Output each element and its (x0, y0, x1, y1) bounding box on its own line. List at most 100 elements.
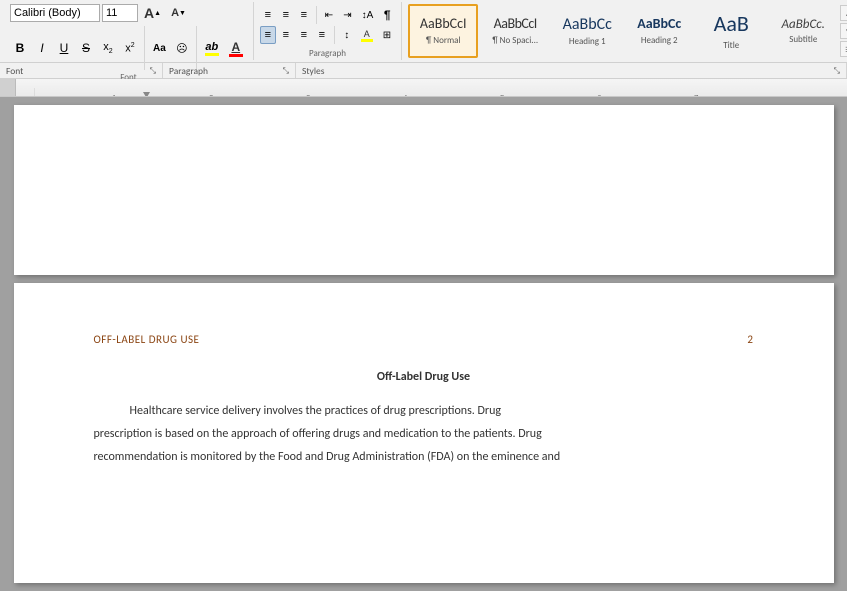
svg-text:2: 2 (209, 94, 214, 98)
bullets-icon: ≡ (265, 9, 271, 21)
body-paragraph: Healthcare service delivery involves the… (94, 400, 754, 468)
font-size-input[interactable] (102, 4, 138, 22)
page-2[interactable]: OFF-LABEL DRUG USE 2 Off-Label Drug Use … (14, 283, 834, 583)
subscript-icon: x2 (103, 41, 112, 55)
underline-button[interactable]: U (54, 38, 74, 58)
clear-format-icon: ☹ (176, 42, 187, 55)
justify-button[interactable]: ≡ (314, 26, 330, 44)
style-heading1[interactable]: AaBbCc Heading 1 (552, 4, 622, 58)
page-header-number: 2 (747, 333, 753, 346)
shading-button[interactable]: A (357, 26, 377, 44)
ruler-tab-marker (143, 92, 150, 98)
font-group-footer: Font ⤡ (0, 63, 163, 78)
styles-scroll-down-button[interactable]: ▾ (840, 23, 847, 39)
font-name-input[interactable] (10, 4, 100, 22)
font-label-text: Font (6, 65, 23, 77)
svg-text:6: 6 (597, 94, 602, 98)
line-spacing-button[interactable]: ↕ (339, 26, 355, 44)
increase-indent-button[interactable]: ⇥ (339, 6, 355, 24)
font-size-shrink-button[interactable]: A▼ (167, 4, 190, 22)
superscript-button[interactable]: x2 (120, 38, 140, 58)
paragraph-group: ≡ ≡ ≡ ⇤ ⇥ ↕A ¶ ≡ ≡ ≡ ≡ (254, 2, 402, 60)
align-right-button[interactable]: ≡ (296, 26, 312, 44)
strikethrough-button[interactable]: S (76, 38, 96, 58)
style-title-label: Title (723, 40, 739, 51)
styles-controls: AaBbCcI ¶ Normal AaBbCcI ¶ No Spaci... A… (408, 4, 847, 58)
page-2-content: OFF-LABEL DRUG USE 2 Off-Label Drug Use … (14, 283, 834, 583)
ruler-corner (0, 79, 16, 97)
para-controls: ≡ ≡ ≡ ⇤ ⇥ ↕A ¶ ≡ ≡ ≡ ≡ (260, 4, 395, 46)
change-case-button[interactable]: Aa (149, 38, 170, 58)
line-spacing-icon: ↕ (344, 30, 349, 41)
styles-group-footer: Styles ⤡ (296, 63, 847, 78)
style-nospacing-preview: AaBbCcI (494, 16, 537, 33)
font-group: A▲ A▼ B I U S x2 x2 Aa ☹ (4, 2, 254, 60)
styles-scroll-up-button[interactable]: ▴ (840, 5, 847, 21)
increase-indent-icon: ⇥ (343, 10, 351, 21)
svg-text:1: 1 (112, 94, 117, 98)
numbering-button[interactable]: ≡ (278, 6, 294, 24)
para-div1 (316, 6, 317, 24)
align-center-button[interactable]: ≡ (278, 26, 294, 44)
style-subtitle-label: Subtitle (789, 34, 817, 45)
style-title[interactable]: AaB Title (696, 4, 766, 58)
font-color-bar (229, 54, 243, 57)
ruler-svg: 1 2 3 4 5 6 7 (34, 88, 847, 98)
paragraph-group-footer: Paragraph ⤡ (163, 63, 296, 78)
page-1[interactable] (14, 105, 834, 275)
svg-text:3: 3 (306, 94, 311, 98)
bold-button[interactable]: B (10, 38, 30, 58)
sort-button[interactable]: ↕A (358, 6, 378, 24)
font-grow-icon: A (144, 5, 154, 21)
style-heading2-preview: AaBbCc (637, 16, 681, 33)
decrease-indent-button[interactable]: ⇤ (321, 6, 337, 24)
font-shrink-icon: A (171, 7, 179, 19)
italic-icon: I (40, 41, 43, 55)
styles-group: AaBbCcI ¶ Normal AaBbCcI ¶ No Spaci... A… (402, 2, 847, 60)
svg-text:4: 4 (403, 94, 408, 98)
document-area: OFF-LABEL DRUG USE 2 Off-Label Drug Use … (0, 97, 847, 591)
sort-icon: ↕A (362, 10, 374, 21)
style-subtitle-preview: AaBbCc. (782, 17, 825, 33)
clear-format-button[interactable]: ☹ (172, 38, 192, 58)
style-no-spacing[interactable]: AaBbCcI ¶ No Spaci... (480, 4, 550, 58)
align-left-button[interactable]: ≡ (260, 26, 276, 44)
highlight-color-bar (205, 53, 219, 56)
bullets-button[interactable]: ≡ (260, 6, 276, 24)
multilevel-button[interactable]: ≡ (296, 6, 312, 24)
styles-group-label: Styles (408, 58, 847, 60)
shrink-sup-icon: ▼ (179, 10, 186, 17)
shading-icon: A (361, 29, 373, 42)
para-div2 (334, 26, 335, 44)
style-normal-preview: AaBbCcI (420, 16, 467, 33)
align-left-icon: ≡ (265, 29, 271, 41)
styles-scroll-arrows: ▴ ▾ ☰ (840, 4, 847, 58)
underline-icon: U (60, 41, 69, 55)
styles-label-text: Styles (302, 65, 324, 77)
font-size-grow-button[interactable]: A▲ (140, 4, 165, 22)
decrease-indent-icon: ⇤ (325, 10, 333, 21)
para-dialog-launcher[interactable]: ⤡ (283, 66, 289, 76)
style-heading1-label: Heading 1 (569, 36, 606, 47)
styles-more-button[interactable]: ☰ (840, 41, 847, 57)
change-case-icon: Aa (153, 43, 166, 54)
font-dialog-launcher[interactable]: ⤡ (150, 66, 156, 76)
bold-icon: B (16, 41, 25, 55)
highlight-button[interactable]: ab (201, 38, 223, 58)
font-color-button[interactable]: A (225, 38, 247, 58)
grow-sup-icon: ▲ (154, 10, 161, 17)
borders-icon: ⊞ (383, 30, 391, 41)
svg-text:5: 5 (500, 94, 505, 98)
style-subtitle[interactable]: AaBbCc. Subtitle (768, 4, 838, 58)
style-heading2-label: Heading 2 (641, 35, 678, 46)
group-labels-row: Font ⤡ Paragraph ⤡ Styles ⤡ (0, 62, 847, 78)
borders-button[interactable]: ⊞ (379, 26, 395, 44)
style-heading2[interactable]: AaBbCc Heading 2 (624, 4, 694, 58)
subscript-button[interactable]: x2 (98, 38, 118, 58)
styles-dialog-launcher[interactable]: ⤡ (834, 66, 840, 76)
show-para-button[interactable]: ¶ (379, 6, 395, 24)
italic-button[interactable]: I (32, 38, 52, 58)
document-body[interactable]: Healthcare service delivery involves the… (94, 400, 754, 468)
highlight-text-icon: ab (205, 41, 218, 53)
style-normal[interactable]: AaBbCcI ¶ Normal (408, 4, 478, 58)
